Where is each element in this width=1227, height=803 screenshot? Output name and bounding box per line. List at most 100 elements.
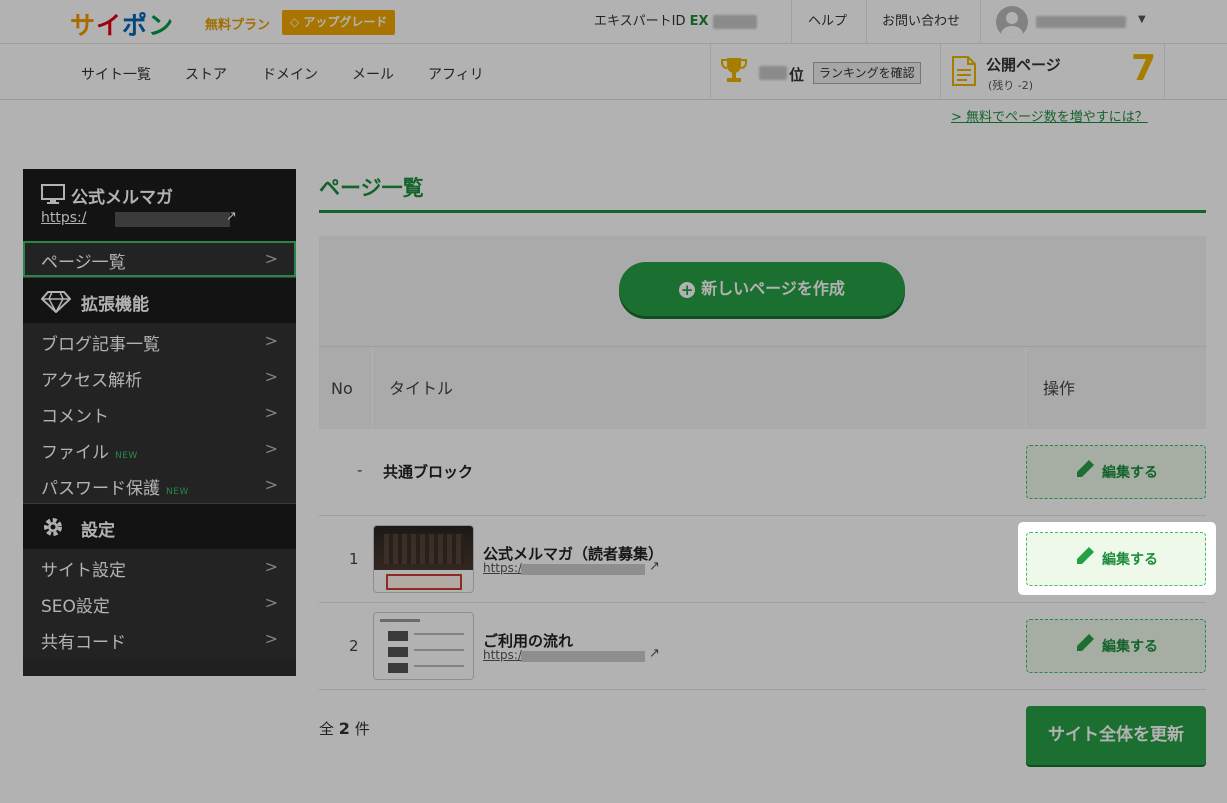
create-page-area: + 新しいページを作成 [319, 236, 1206, 346]
nav-affiliate[interactable]: アフィリ [428, 64, 484, 84]
monitor-icon [41, 184, 65, 204]
pencil-icon [1077, 634, 1094, 651]
user-menu[interactable]: ▼ [996, 6, 1156, 38]
saipon-logo[interactable]: サイポン [70, 6, 174, 42]
ranking-box: 位 ランキングを確認 [710, 44, 940, 100]
chevron-right-icon: > [264, 403, 278, 422]
logo-char: イ [96, 11, 123, 40]
divider [1025, 347, 1026, 430]
row-number: - [357, 461, 363, 479]
column-title: タイトル [389, 379, 454, 398]
page-thumbnail[interactable] [373, 612, 474, 680]
update-site-button[interactable]: サイト全体を更新 [1026, 706, 1206, 765]
sidebar-item-blog[interactable]: ブログ記事一覧 > [23, 323, 296, 359]
page-url-redacted [521, 651, 645, 662]
logo-char: サ [70, 11, 97, 40]
diamond-icon [41, 291, 71, 313]
table-row: - 共通ブロック 編集する [319, 429, 1206, 516]
external-link-icon[interactable]: ↗ [649, 646, 660, 661]
count-value: 2 [338, 719, 350, 738]
sidebar-item-label: コメント [41, 407, 109, 427]
sidebar-item-label: 共有コード [41, 633, 126, 653]
divider [791, 0, 792, 44]
sub-navigation: サイト一覧 ストア ドメイン メール アフィリ 位 ランキングを確認 公開ページ… [0, 44, 1227, 100]
sidebar-item-files[interactable]: ファイル NEW > [23, 431, 296, 467]
sidebar-item-password[interactable]: パスワード保護 NEW > [23, 467, 296, 503]
site-url-link[interactable]: https:/ [41, 210, 86, 226]
chevron-right-icon: > [264, 249, 278, 268]
chevron-right-icon: > [264, 557, 278, 576]
external-link-icon[interactable]: ↗ [649, 559, 660, 574]
caret-down-icon: ▼ [1138, 14, 1146, 25]
page-url-link[interactable]: https:/ [483, 648, 522, 662]
logo-char: ン [148, 11, 175, 40]
sidebar: 公式メルマガ https:/ ↗ ページ一覧 > 拡張機能 ブログ記事一覧 > … [23, 169, 296, 676]
upgrade-label: アップグレード [303, 15, 388, 29]
edit-button[interactable]: 編集する [1026, 619, 1206, 673]
plan-label: 無料プラン [205, 18, 271, 33]
sidebar-item-comments[interactable]: コメント > [23, 395, 296, 431]
sidebar-item-site-settings[interactable]: サイト設定 > [23, 549, 296, 585]
edit-label: 編集する [1102, 465, 1158, 481]
edit-button[interactable]: 編集する [1026, 532, 1206, 586]
sidebar-item-analytics[interactable]: アクセス解析 > [23, 359, 296, 395]
nav-mail[interactable]: メール [352, 64, 394, 84]
section-title: 設定 [81, 521, 115, 541]
page-url-link[interactable]: https:/ [483, 561, 522, 575]
increase-pages-link[interactable]: > 無料でページ数を増やすには？ [951, 106, 1148, 125]
new-badge: NEW [115, 451, 138, 461]
row-number: 1 [349, 550, 359, 568]
divider [372, 347, 373, 430]
public-pages-box: 公開ページ (残り -2) 7 [940, 44, 1165, 100]
page-thumbnail[interactable] [373, 525, 474, 593]
ranking-button[interactable]: ランキングを確認 [813, 62, 921, 84]
sidebar-site-header: 公式メルマガ https:/ ↗ [23, 169, 296, 241]
contact-link[interactable]: お問い合わせ [882, 0, 960, 44]
avatar-icon [996, 6, 1028, 38]
edit-button[interactable]: 編集する [1026, 445, 1206, 499]
top-header: サイポン 無料プラン ◇ アップグレード エキスパートID EX ヘルプ お問い… [0, 0, 1227, 44]
site-title: 公式メルマガ [71, 188, 173, 208]
nav-domain[interactable]: ドメイン [262, 64, 318, 84]
public-pages-title: 公開ページ [986, 56, 1061, 74]
row-number: 2 [349, 637, 359, 655]
column-no: No [331, 379, 353, 398]
chevron-right-icon: > [264, 593, 278, 612]
diamond-icon: ◇ [290, 15, 304, 29]
help-link[interactable]: ヘルプ [808, 0, 847, 44]
title-underline [319, 210, 1206, 213]
chevron-right-icon: > [264, 475, 278, 494]
count-suffix: 件 [354, 720, 370, 738]
username-redacted [1036, 16, 1126, 28]
expert-id-label: エキスパートID [594, 14, 686, 29]
sidebar-item-label: サイト設定 [41, 561, 126, 581]
table-row: 1 公式メルマガ（読者募集） https:/ ↗ 編集する [319, 516, 1206, 603]
logo-char: ポ [122, 11, 149, 40]
sidebar-item-label: ブログ記事一覧 [41, 335, 160, 355]
trophy-icon [721, 58, 747, 82]
external-link-icon[interactable]: ↗ [226, 209, 237, 224]
column-operations: 操作 [1043, 379, 1076, 398]
edit-label: 編集する [1102, 639, 1158, 655]
create-page-button[interactable]: + 新しいページを作成 [619, 262, 905, 316]
rank-suffix: 位 [789, 66, 805, 84]
sidebar-item-shared-code[interactable]: 共有コード > [23, 621, 296, 657]
page-url-redacted [521, 564, 645, 575]
nav-store[interactable]: ストア [185, 64, 227, 84]
gear-icon [44, 518, 62, 536]
expert-id-value: EX [689, 14, 709, 29]
sidebar-item-label: パスワード保護 NEW [41, 479, 189, 499]
chevron-right-icon: > [264, 367, 278, 386]
sidebar-item-label: アクセス解析 [41, 371, 143, 391]
sidebar-item-seo[interactable]: SEO設定 > [23, 585, 296, 621]
sidebar-item-label: SEO設定 [41, 597, 110, 617]
nav-site-list[interactable]: サイト一覧 [81, 64, 151, 84]
public-pages-remaining: (残り -2) [988, 79, 1034, 92]
expert-id-redacted [712, 14, 757, 29]
public-pages-count: 7 [1131, 48, 1157, 89]
upgrade-button[interactable]: ◇ アップグレード [282, 10, 396, 35]
sidebar-item-pages[interactable]: ページ一覧 > [23, 241, 296, 277]
sidebar-section-extensions: 拡張機能 [23, 278, 296, 323]
count-prefix: 全 [319, 720, 335, 738]
divider [866, 0, 867, 44]
